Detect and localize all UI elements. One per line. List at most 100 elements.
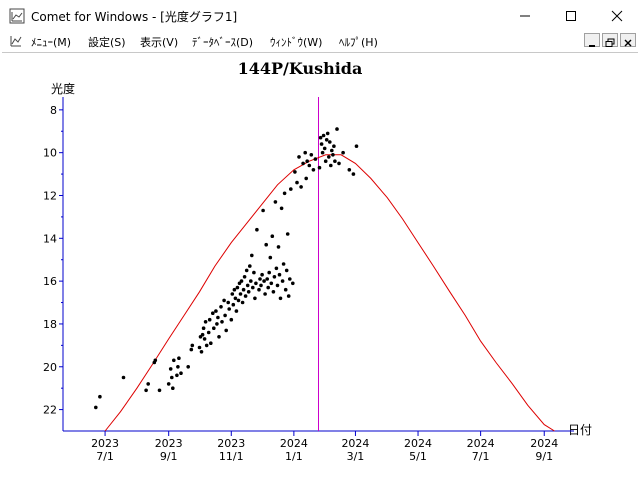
- menu-item-window[interactable]: ｳｨﾝﾄﾞｳ(W): [270, 34, 322, 50]
- y-tick-label: 8: [50, 104, 57, 117]
- observation-point: [328, 140, 332, 144]
- observation-point: [227, 307, 231, 311]
- observation-point: [270, 234, 275, 238]
- observation-point: [249, 279, 253, 283]
- observation-point: [233, 296, 238, 301]
- observation-point: [243, 294, 248, 298]
- observation-point: [177, 356, 181, 361]
- menu-item-view[interactable]: 表示(V): [140, 34, 178, 50]
- maximize-button[interactable]: [548, 0, 594, 31]
- observation-point: [289, 187, 293, 191]
- observation-point: [265, 277, 270, 281]
- observation-point: [176, 365, 180, 369]
- observation-point: [269, 281, 274, 286]
- observation-point: [303, 150, 308, 155]
- observation-point: [278, 296, 283, 301]
- observation-point: [317, 165, 322, 170]
- observation-point: [253, 296, 257, 301]
- window-title: Comet for Windows - [光度グラフ1]: [31, 10, 238, 24]
- observation-point: [305, 159, 310, 163]
- observation-point: [259, 283, 263, 288]
- observation-point: [284, 268, 289, 273]
- observation-point: [329, 163, 333, 168]
- observation-point: [240, 300, 245, 305]
- observation-point: [223, 313, 227, 318]
- x-tick-year: 2023: [217, 437, 245, 450]
- x-tick-year: 2024: [341, 437, 369, 450]
- y-tick-label: 16: [43, 275, 57, 288]
- observation-point: [309, 153, 314, 157]
- maximize-icon: [566, 11, 576, 21]
- observation-point: [226, 300, 230, 305]
- observation-point: [283, 287, 288, 292]
- observation-point: [234, 309, 239, 313]
- observation-point: [291, 281, 295, 286]
- observation-point: [202, 337, 207, 341]
- observation-point: [299, 185, 303, 189]
- observation-point: [311, 168, 316, 172]
- observation-point: [257, 287, 261, 292]
- observation-point: [236, 298, 241, 303]
- observation-point: [313, 157, 318, 161]
- mdi-minimize-icon: [589, 45, 595, 47]
- observation-point: [219, 305, 223, 309]
- x-tick-monthday: 1/1: [285, 450, 303, 463]
- menu-item-help[interactable]: ﾍﾙﾌﾟ(H): [339, 34, 378, 50]
- observation-point: [246, 290, 251, 294]
- observation-point: [261, 208, 265, 213]
- observation-point: [207, 317, 212, 322]
- title-bar[interactable]: Comet for Windows - [光度グラフ1]: [0, 0, 640, 31]
- observation-point: [330, 148, 334, 153]
- x-tick-monthday: 9/1: [160, 450, 178, 463]
- y-tick-label: 22: [43, 404, 57, 417]
- observation-point: [201, 326, 206, 331]
- observation-point: [235, 285, 240, 290]
- observation-point: [190, 343, 195, 348]
- observation-point: [333, 159, 337, 163]
- observation-point: [166, 382, 171, 386]
- observation-point: [144, 388, 148, 393]
- observation-point: [332, 144, 336, 148]
- x-tick-year: 2024: [530, 437, 558, 450]
- y-axis-label: 光度: [51, 81, 75, 96]
- x-tick-monthday: 5/1: [409, 450, 427, 463]
- menu-item-database[interactable]: ﾃﾞｰﾀﾍﾞｰｽ(D): [192, 34, 253, 50]
- menu-item-settings[interactable]: 設定(S): [88, 34, 126, 50]
- observation-point: [146, 382, 150, 386]
- observation-point: [258, 277, 262, 281]
- observation-point: [260, 272, 264, 277]
- mdi-restore-button[interactable]: [602, 33, 618, 47]
- observation-point: [323, 159, 328, 163]
- observation-point: [271, 290, 276, 294]
- mdi-minimize-button[interactable]: [584, 33, 600, 47]
- close-button[interactable]: [594, 0, 640, 31]
- observation-point: [215, 322, 219, 326]
- minimize-icon: [520, 15, 530, 17]
- app-window: Comet for Windows - [光度グラフ1] ﾒﾆｭｰ(M) 設定(…: [0, 0, 640, 480]
- observation-point: [251, 285, 255, 290]
- observation-point: [220, 320, 224, 324]
- observation-point: [186, 365, 190, 369]
- mdi-close-button[interactable]: [620, 33, 636, 47]
- observation-point: [282, 191, 287, 196]
- menu-item-menu[interactable]: ﾒﾆｭｰ(M): [31, 34, 71, 50]
- observation-point: [288, 277, 292, 281]
- observation-point: [335, 127, 339, 131]
- observation-point: [321, 133, 326, 138]
- observation-point: [263, 292, 267, 296]
- observation-point: [222, 298, 226, 303]
- observation-point: [239, 279, 244, 283]
- x-tick-year: 2023: [91, 437, 119, 450]
- x-tick-year: 2024: [467, 437, 495, 450]
- observation-point: [230, 292, 235, 296]
- observation-point: [281, 262, 286, 266]
- minimize-button[interactable]: [502, 0, 548, 31]
- observation-point: [170, 375, 174, 380]
- x-axis-label: 日付: [568, 423, 592, 437]
- observation-point: [157, 388, 162, 393]
- observation-point: [172, 358, 176, 363]
- document-graph-icon[interactable]: [8, 33, 24, 49]
- y-tick-label: 12: [43, 189, 57, 202]
- observation-point: [295, 180, 299, 185]
- light-curve-chart: 144P/Kushida 光度 日付 81012141618202220237/…: [43, 59, 592, 463]
